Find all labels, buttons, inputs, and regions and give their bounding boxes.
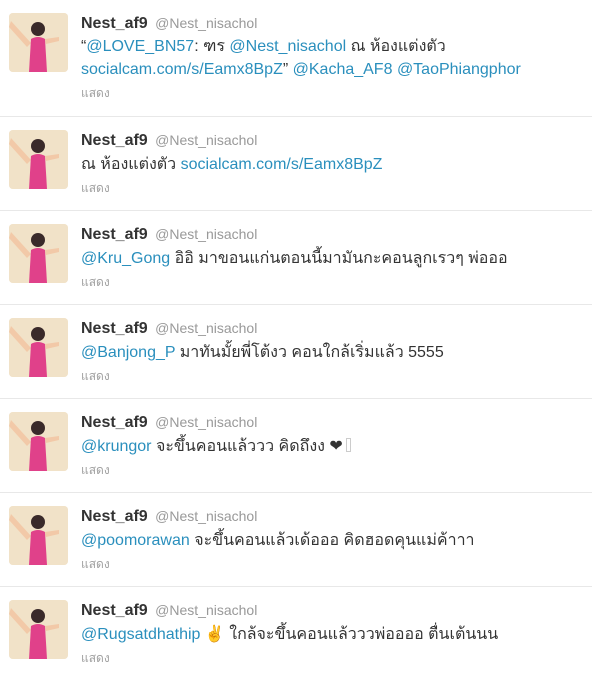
user-handle[interactable]: @Nest_nisachol [155,320,257,336]
tweet-text: @krungor จะขึ้นคอนแล้ววว คิดถึงง ❤ [81,435,586,458]
tweet-item[interactable]: Nest_af9 @Nest_nisachol “@LOVE_BN57: ฑร … [0,0,592,117]
tweet-text: @poomorawan จะขึ้นคอนแล้วเด้อออ คิดฮอดคุ… [81,529,586,552]
avatar[interactable] [9,506,68,565]
missing-glyph-icon [345,438,351,452]
user-handle[interactable]: @Nest_nisachol [155,414,257,430]
user-name[interactable]: Nest_af9 [81,132,148,149]
expand-link[interactable]: แสดง [81,463,586,477]
mention-link[interactable]: @Rugsatdhathip [81,626,200,643]
tweet-item[interactable]: Nest_af9 @Nest_nisachol @Rugsatdhathip ✌… [0,587,592,683]
mention-link[interactable]: @Nest_nisachol [229,38,346,55]
user-name[interactable]: Nest_af9 [81,602,148,619]
tweet-text: @Banjong_P มาทันมั้ยพี่โต้งว คอนใกล้เริ่… [81,341,586,364]
text-fragment: อิอิ มาขอนแก่นตอนนี้มามันกะคอนลูกเรวๆ พ่… [170,250,508,267]
user-handle[interactable]: @Nest_nisachol [155,226,257,242]
user-handle[interactable]: @Nest_nisachol [155,602,257,618]
mention-link[interactable]: @poomorawan [81,532,190,549]
text-fragment: : ฑร [194,38,230,55]
avatar-image [9,412,68,471]
user-name[interactable]: Nest_af9 [81,15,148,32]
tweet-text: @Kru_Gong อิอิ มาขอนแก่นตอนนี้มามันกะคอน… [81,247,586,270]
url-link[interactable]: socialcam.com/s/Eamx8BpZ [181,156,383,173]
avatar[interactable] [9,318,68,377]
url-link[interactable]: socialcam.com/s/Eamx8BpZ [81,61,283,78]
tweet-item[interactable]: Nest_af9 @Nest_nisachol @Banjong_P มาทัน… [0,305,592,399]
avatar[interactable] [9,224,68,283]
mention-link[interactable]: @Kacha_AF8 [293,61,393,78]
tweet-item[interactable]: Nest_af9 @Nest_nisachol @krungor จะขึ้นค… [0,399,592,493]
mention-link[interactable]: @krungor [81,438,152,455]
text-fragment: มาทันมั้ยพี่โต้งว คอนใกล้เริ่มแล้ว 5555 [175,344,444,361]
expand-link[interactable]: แสดง [81,557,586,571]
mention-link[interactable]: @LOVE_BN57 [86,38,194,55]
expand-link[interactable]: แสดง [81,275,586,289]
avatar[interactable] [9,600,68,659]
expand-link[interactable]: แสดง [81,86,586,100]
avatar-image [9,318,68,377]
user-name[interactable]: Nest_af9 [81,508,148,525]
user-handle[interactable]: @Nest_nisachol [155,508,257,524]
tweet-text: “@LOVE_BN57: ฑร @Nest_nisachol ณ ห้องแต่… [81,35,586,81]
heart-icon: ❤ [329,438,343,455]
user-name[interactable]: Nest_af9 [81,414,148,431]
avatar-image [9,506,68,565]
expand-link[interactable]: แสดง [81,369,586,383]
text-fragment: จะขึ้นคอนแล้ววว คิดถึงง [151,438,330,455]
avatar[interactable] [9,130,68,189]
avatar[interactable] [9,412,68,471]
tweet-item[interactable]: Nest_af9 @Nest_nisachol @Kru_Gong อิอิ ม… [0,211,592,305]
user-name[interactable]: Nest_af9 [81,226,148,243]
avatar-image [9,13,68,72]
expand-link[interactable]: แสดง [81,651,586,665]
avatar-image [9,224,68,283]
avatar-image [9,130,68,189]
tweet-item[interactable]: Nest_af9 @Nest_nisachol ณ ห้องแต่งตัว so… [0,117,592,211]
mention-link[interactable]: @Banjong_P [81,344,175,361]
mention-link[interactable]: @Kru_Gong [81,250,170,267]
user-handle[interactable]: @Nest_nisachol [155,132,257,148]
user-name[interactable]: Nest_af9 [81,320,148,337]
expand-link[interactable]: แสดง [81,181,586,195]
user-handle[interactable]: @Nest_nisachol [155,15,257,31]
tweet-text: ณ ห้องแต่งตัว socialcam.com/s/Eamx8BpZ [81,153,586,176]
tweet-text: @Rugsatdhathip ✌ ใกล้จะขึ้นคอนแล้วววพ่ออ… [81,623,586,646]
tweet-timeline: Nest_af9 @Nest_nisachol “@LOVE_BN57: ฑร … [0,0,592,683]
text-fragment: จะขึ้นคอนแล้วเด้อออ คิดฮอดคุนแม่ค้าาา [189,532,475,549]
tweet-item[interactable]: Nest_af9 @Nest_nisachol @poomorawan จะขึ… [0,493,592,587]
quote-close: ” [282,61,289,78]
text-fragment: ณ ห้องแต่งตัว [81,156,181,173]
text-fragment: ณ ห้องแต่งตัว [346,38,446,55]
avatar-image [9,600,68,659]
avatar[interactable] [9,13,68,72]
mention-link[interactable]: @TaoPhiangphor [397,61,521,78]
text-fragment: ✌ ใกล้จะขึ้นคอนแล้วววพ่ออออ ตื่นเต้นนน [200,626,499,643]
